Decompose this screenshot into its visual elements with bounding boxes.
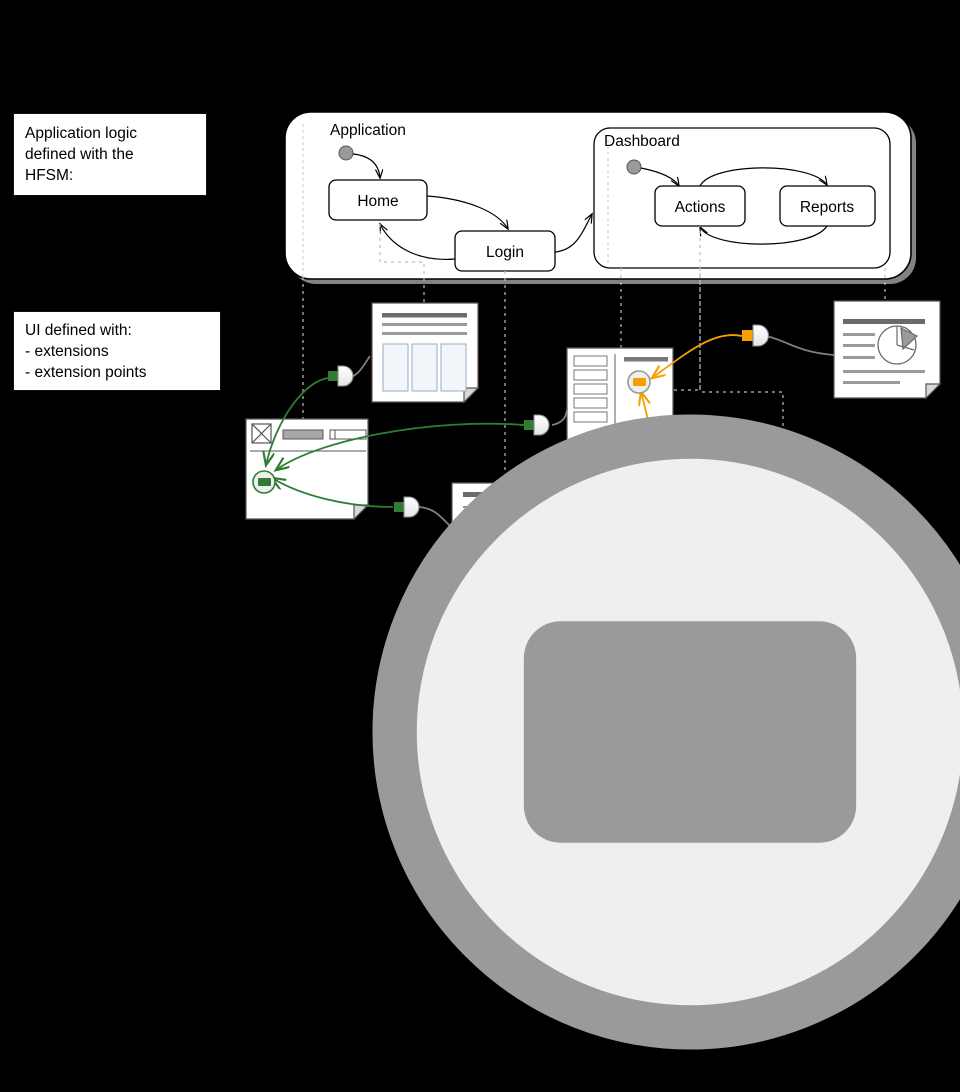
state-reports[interactable]: Reports xyxy=(779,185,876,227)
legend-logic-line-3: HFSM: xyxy=(25,167,74,184)
extension-plug-orange-1[interactable] xyxy=(742,324,769,347)
legend-application-logic: Application logic defined with the HFSM: xyxy=(13,113,207,196)
state-reports-label: Reports xyxy=(800,199,855,216)
legend-extensions-label: - extensions xyxy=(25,343,109,360)
region-label-application: Application xyxy=(330,122,406,139)
diagram-canvas: Home Login Actions Reports Application D… xyxy=(0,0,960,1050)
legend-ui-title: UI defined with: xyxy=(25,322,132,339)
legend-logic-line-1: Application logic xyxy=(25,125,138,142)
legend-logic-line-2: defined with the xyxy=(25,146,134,163)
legend-ui-definition: UI defined with: - extensions - extensio… xyxy=(13,311,960,1050)
state-home[interactable]: Home xyxy=(328,179,428,221)
state-actions[interactable]: Actions xyxy=(654,185,746,227)
state-home-label: Home xyxy=(357,193,398,210)
state-login[interactable]: Login xyxy=(454,230,556,272)
state-login-label: Login xyxy=(486,244,524,261)
region-label-dashboard: Dashboard xyxy=(604,133,680,150)
state-actions-label: Actions xyxy=(675,199,726,216)
legend-extension-points-label: - extension points xyxy=(25,364,147,381)
legend-ui-item-extensions: - extensions xyxy=(25,341,960,952)
legend-ui-item-extension-points: - extension points xyxy=(25,362,960,1050)
